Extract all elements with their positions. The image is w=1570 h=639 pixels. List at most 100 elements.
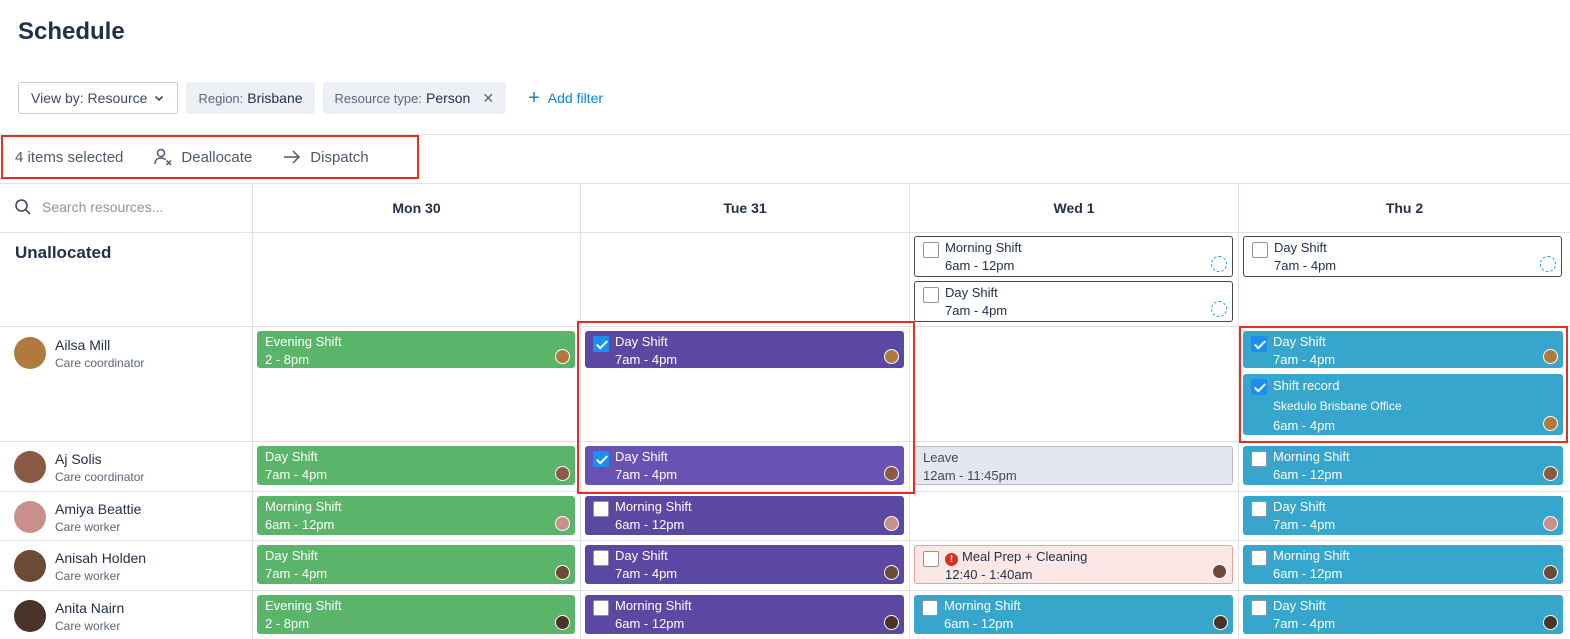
shift-time: 6am - 12pm [265, 517, 335, 532]
avatar [1543, 466, 1558, 481]
shift-card[interactable]: Shift record Skedulo Brisbane Office 6am… [1243, 374, 1563, 435]
plus-icon: + [528, 87, 540, 109]
resource-info[interactable]: Anita Nairn Care worker [14, 600, 124, 633]
shift-checkbox[interactable] [593, 600, 609, 616]
shift-card[interactable]: Morning Shift 6am - 12pm [257, 496, 575, 535]
shift-card[interactable]: Morning Shift 6am - 12pm [914, 236, 1233, 277]
leave-card[interactable]: Leave 12am - 11:45pm [914, 446, 1233, 485]
shift-checkbox[interactable] [923, 242, 939, 258]
resource-info[interactable]: Ailsa Mill Care coordinator [14, 337, 144, 370]
resource-role: Care worker [55, 619, 121, 633]
shift-card[interactable]: Day Shift 7am - 4pm [1243, 236, 1562, 277]
view-by-label: View by: Resource [31, 90, 148, 106]
shift-card[interactable]: Morning Shift 6am - 12pm [914, 595, 1233, 634]
resource-row: Amiya Beattie Care worker Morning Shift 6… [0, 492, 1570, 541]
task-title: Meal Prep + Cleaning [962, 549, 1088, 564]
avatar [884, 565, 899, 580]
shift-card[interactable]: Day Shift 7am - 4pm [585, 545, 904, 584]
resource-row: Anisah Holden Care worker Day Shift 7am -… [0, 541, 1570, 591]
shift-time: 7am - 4pm [265, 566, 328, 581]
close-icon[interactable]: ✕ [482, 90, 494, 107]
alert-icon: ! [945, 553, 958, 566]
page-title: Schedule [18, 18, 125, 45]
shift-time: 6am - 4pm [1273, 418, 1336, 433]
day-header-tue: Tue 31 [723, 200, 767, 216]
shift-checkbox[interactable] [1251, 451, 1267, 467]
shift-card[interactable]: Day Shift 7am - 4pm [914, 281, 1233, 322]
shift-time: 2 - 8pm [265, 352, 310, 367]
shift-checkbox[interactable] [1251, 600, 1267, 616]
region-filter-chip[interactable]: Region: Brisbane [186, 82, 315, 114]
shift-card[interactable]: Evening Shift 2 - 8pm [257, 595, 575, 634]
shift-card[interactable]: Day Shift 7am - 4pm [1243, 496, 1563, 535]
shift-checkbox[interactable] [593, 451, 609, 467]
resource-info[interactable]: Aj Solis Care coordinator [14, 451, 144, 484]
shift-checkbox[interactable] [922, 600, 938, 616]
shift-time: 6am - 12pm [1273, 467, 1343, 482]
avatar [555, 615, 570, 630]
resource-info[interactable]: Amiya Beattie Care worker [14, 501, 141, 534]
selection-toolbar: 4 items selected Deallocate Dispatch [0, 134, 1570, 184]
resource-search[interactable]: Search resources... [14, 198, 163, 216]
leave-title: Leave [923, 450, 959, 465]
resource-type-filter-label: Resource type: [334, 90, 422, 106]
add-filter-label: Add filter [547, 90, 604, 106]
shift-card[interactable]: Day Shift 7am - 4pm [1243, 595, 1563, 634]
shift-card[interactable]: Evening Shift 2 - 8pm [257, 331, 575, 368]
shift-checkbox[interactable] [593, 501, 609, 517]
shift-checkbox[interactable] [1252, 242, 1268, 258]
resource-row: Ailsa Mill Care coordinator Evening Shift… [0, 327, 1570, 442]
shift-card[interactable]: Day Shift 7am - 4pm [585, 331, 904, 368]
avatar [1212, 564, 1227, 579]
avatar [555, 466, 570, 481]
avatar [1543, 416, 1558, 431]
shift-time: 7am - 4pm [615, 352, 678, 367]
shift-time: 6am - 12pm [945, 258, 1015, 273]
shift-card[interactable]: Day Shift 7am - 4pm [1243, 331, 1563, 368]
shift-card[interactable]: Day Shift 7am - 4pm [257, 446, 575, 485]
shift-checkbox[interactable] [1251, 336, 1267, 352]
view-by-dropdown[interactable]: View by: Resource [18, 82, 179, 114]
deallocate-button[interactable]: Deallocate [153, 147, 252, 167]
shift-time: 7am - 4pm [1273, 616, 1336, 631]
shift-checkbox[interactable] [1251, 501, 1267, 517]
resource-type-filter-chip[interactable]: Resource type: Person ✕ [322, 82, 507, 114]
shift-title: Morning Shift [615, 598, 692, 613]
resource-role: Care coordinator [55, 356, 145, 370]
resource-name: Aj Solis [55, 451, 102, 467]
day-header-wed: Wed 1 [1053, 200, 1095, 216]
resource-role: Care worker [55, 520, 121, 534]
shift-checkbox[interactable] [593, 550, 609, 566]
shift-checkbox[interactable] [923, 287, 939, 303]
shift-card[interactable]: Morning Shift 6am - 12pm [1243, 446, 1563, 485]
shift-card[interactable]: Morning Shift 6am - 12pm [585, 496, 904, 535]
selected-count: 4 items selected [15, 148, 124, 166]
shift-checkbox[interactable] [593, 336, 609, 352]
shift-title: Day Shift [1273, 598, 1326, 613]
avatar [555, 565, 570, 580]
shift-checkbox[interactable] [1251, 550, 1267, 566]
shift-checkbox[interactable] [923, 551, 939, 567]
resource-info[interactable]: Anisah Holden Care worker [14, 550, 146, 583]
search-input[interactable]: Search resources... [42, 199, 163, 215]
shift-card[interactable]: Day Shift 7am - 4pm [257, 545, 575, 584]
shift-card[interactable]: Morning Shift 6am - 12pm [1243, 545, 1563, 584]
day-header-mon: Mon 30 [392, 200, 441, 216]
region-filter-value: Brisbane [247, 90, 303, 106]
shift-time: 7am - 4pm [1273, 352, 1336, 367]
resource-role: Care worker [55, 569, 121, 583]
search-icon [15, 199, 31, 215]
deallocate-label: Deallocate [181, 148, 253, 166]
shift-checkbox[interactable] [1251, 379, 1267, 395]
avatar [1543, 516, 1558, 531]
add-filter-button[interactable]: + Add filter [514, 82, 617, 114]
task-card[interactable]: ! Meal Prep + Cleaning 12:40 - 1:40am [914, 545, 1233, 584]
shift-title: Morning Shift [1273, 548, 1350, 563]
shift-card[interactable]: Day Shift 7am - 4pm [585, 446, 904, 485]
arrow-right-icon [284, 150, 301, 164]
shift-card[interactable]: Morning Shift 6am - 12pm [585, 595, 904, 634]
resource-role: Care coordinator [55, 470, 145, 484]
resource-name: Anisah Holden [55, 550, 147, 566]
chevron-down-icon [155, 95, 164, 102]
dispatch-button[interactable]: Dispatch [282, 147, 369, 167]
